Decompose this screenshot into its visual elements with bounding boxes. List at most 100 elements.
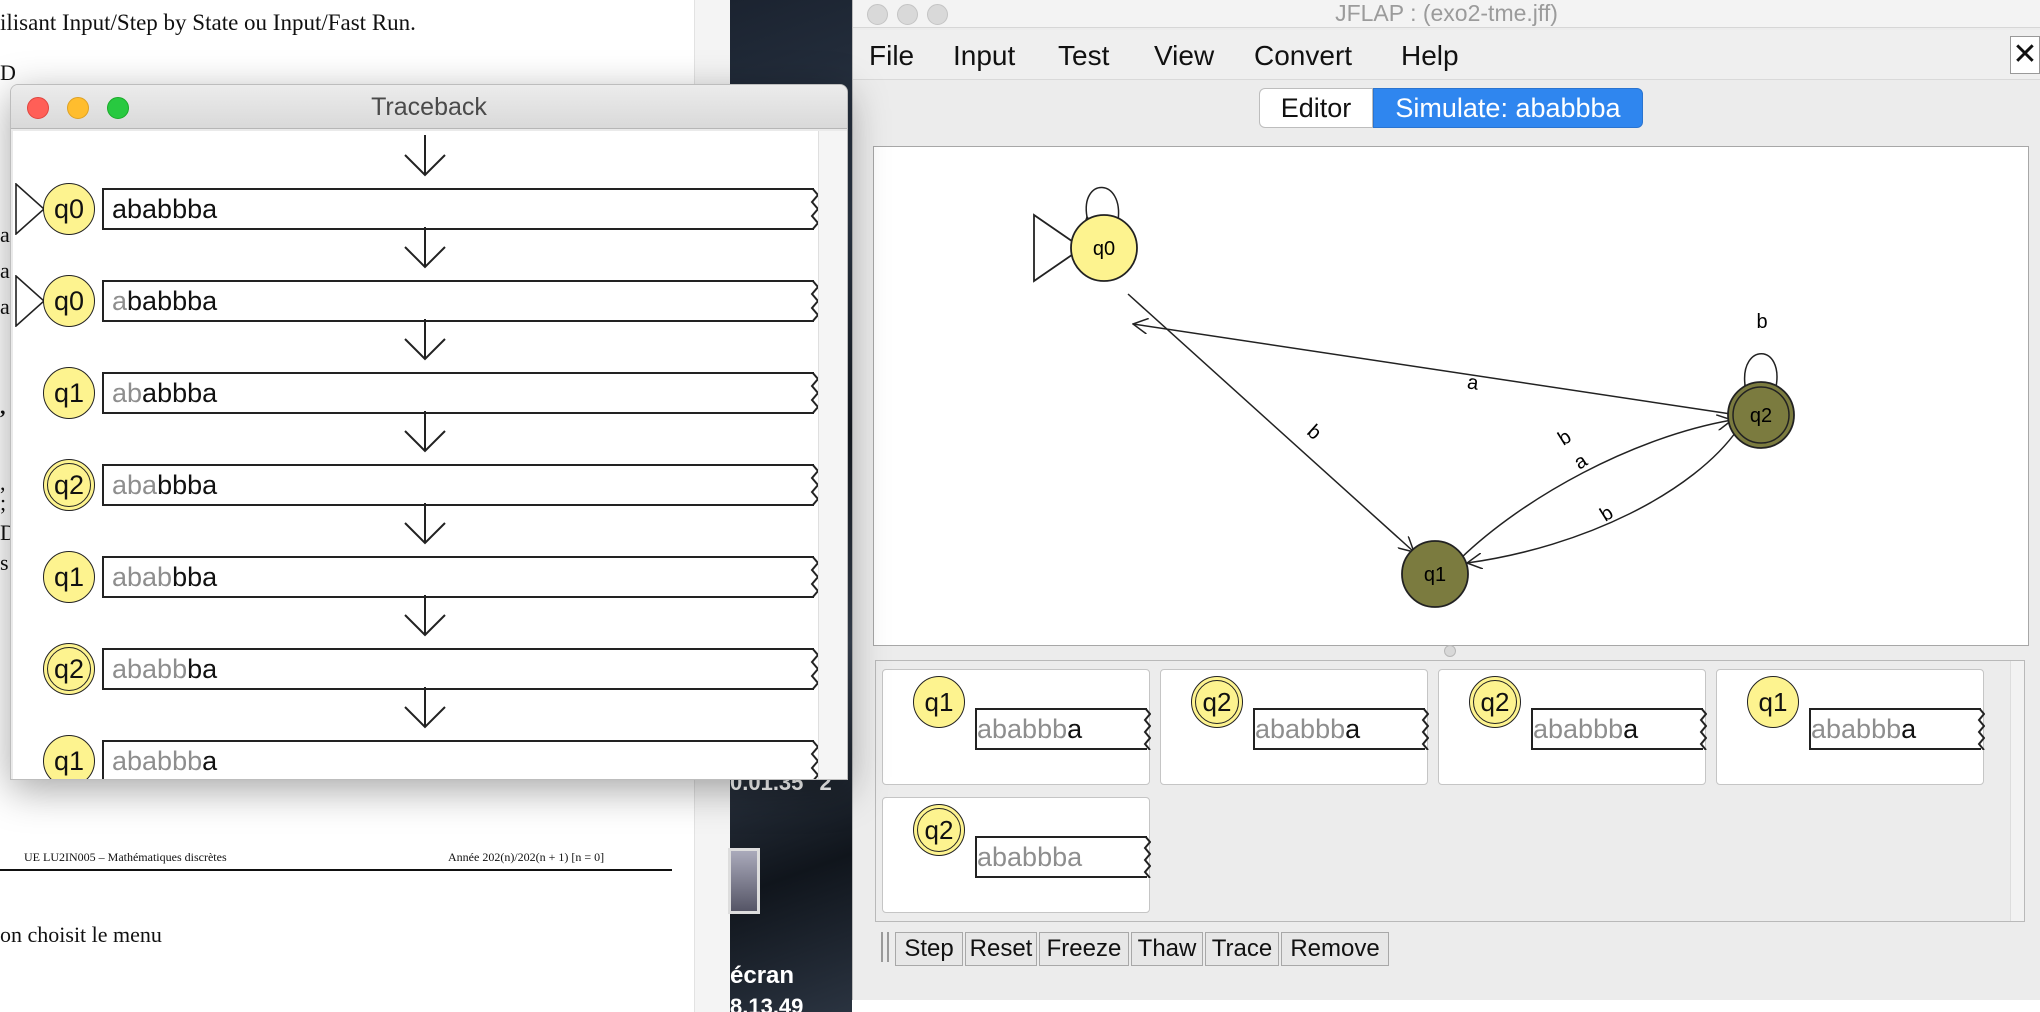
initial-state-icon	[15, 275, 45, 327]
document-fragment: a	[0, 222, 10, 247]
trace-state: q2	[43, 643, 95, 695]
tape-end-icon	[1977, 708, 1985, 750]
trace-tape: ababbba	[102, 648, 814, 690]
menu-file[interactable]: File	[869, 40, 914, 72]
transition-label: b	[1596, 502, 1617, 527]
tape-end-icon	[810, 188, 818, 230]
tape-consumed: a	[112, 286, 128, 316]
document-text-line: on choisit le menu	[0, 922, 162, 947]
tape-end-icon	[1421, 708, 1429, 750]
document-fragment: s	[0, 550, 9, 575]
tab-editor[interactable]: Editor	[1259, 88, 1373, 128]
desktop-file-name[interactable]: écran	[730, 962, 794, 990]
configuration-state: q2	[1469, 676, 1521, 728]
configuration-tape: ababbba	[975, 836, 1147, 878]
tape-end-icon	[1143, 708, 1151, 750]
document-footer-left: UE LU2IN005 – Mathématiques discrètes	[24, 850, 227, 864]
trace-tape: ababbba	[102, 188, 814, 230]
state-label: q2	[1750, 405, 1772, 427]
configuration-state: q1	[1747, 676, 1799, 728]
tape-end-icon	[810, 464, 818, 506]
configuration-card[interactable]: q2 ababbba	[1438, 669, 1707, 785]
desktop-file-thumbnail[interactable]	[728, 848, 760, 914]
split-pane-divider[interactable]	[1444, 645, 1456, 657]
traceback-window: Traceback q0 ababbba q0 ababbba q1 ababb…	[10, 84, 848, 780]
trace-state: q1	[43, 367, 95, 419]
configuration-tape: ababbba	[1809, 708, 1981, 750]
menu-test[interactable]: Test	[1058, 40, 1109, 72]
tape-remaining: ba	[187, 654, 218, 684]
document-fragment: D	[0, 60, 16, 85]
tape-remaining: bbba	[157, 470, 218, 500]
tape-end-icon	[1143, 836, 1151, 878]
state-label: q0	[1093, 238, 1115, 260]
state-q2[interactable]: q2	[1727, 381, 1795, 449]
freeze-button[interactable]: Freeze	[1039, 932, 1129, 966]
tape-remaining: abbba	[142, 378, 218, 408]
tape-remaining: ababbba	[112, 194, 218, 224]
menu-input[interactable]: Input	[953, 40, 1015, 72]
configurations-scrollbar[interactable]	[2010, 661, 2024, 921]
configuration-card[interactable]: q1 ababbba	[882, 669, 1151, 785]
configuration-state: q1	[913, 676, 965, 728]
traceback-titlebar[interactable]: Traceback	[11, 85, 847, 129]
toolbar-grip-icon[interactable]	[881, 932, 889, 962]
traceback-list: q0 ababbba q0 ababbba q1 ababbba q2 abab…	[13, 131, 818, 779]
trace-tape: ababbba	[102, 740, 814, 779]
menu-bar: File Input Test View Convert Help	[853, 30, 2040, 80]
trace-state: q1	[43, 735, 95, 779]
tape-consumed: ababbba	[977, 842, 1083, 872]
traceback-scrollbar[interactable]	[818, 131, 847, 779]
down-arrow-icon	[404, 319, 446, 361]
close-tab-icon[interactable]: ✕	[2010, 36, 2040, 74]
transition-q0-q1[interactable]	[1127, 293, 1414, 552]
trace-tape: ababbba	[102, 556, 814, 598]
window-title: Traceback	[371, 93, 487, 121]
configuration-state: q2	[1191, 676, 1243, 728]
tape-remaining: a	[1901, 714, 1917, 744]
tape-remaining: a	[202, 746, 218, 776]
state-q1[interactable]: q1	[1401, 540, 1469, 608]
tape-consumed: ababb	[112, 654, 188, 684]
jflap-titlebar[interactable]: JFLAP : (exo2-tme.jff)	[853, 0, 2040, 28]
tape-remaining: a	[1067, 714, 1083, 744]
menu-convert[interactable]: Convert	[1254, 40, 1352, 72]
trace-button[interactable]: Trace	[1205, 932, 1279, 966]
configuration-card[interactable]: q2 ababbba	[882, 797, 1151, 913]
tape-end-icon	[810, 648, 818, 690]
down-arrow-icon	[404, 227, 446, 269]
transition-q2-q0[interactable]	[1133, 324, 1732, 415]
tape-remaining: a	[1623, 714, 1639, 744]
remove-button[interactable]: Remove	[1281, 932, 1389, 966]
tape-consumed: ababbb	[977, 714, 1068, 744]
trace-state: q2	[43, 459, 95, 511]
configuration-tape: ababbba	[1253, 708, 1425, 750]
tape-end-icon	[810, 556, 818, 598]
jflap-window: JFLAP : (exo2-tme.jff) File Input Test V…	[852, 0, 2040, 1000]
configuration-card[interactable]: q1 ababbba	[1716, 669, 1985, 785]
tape-remaining: bba	[172, 562, 218, 592]
document-footer-rule	[0, 869, 672, 871]
window-title: JFLAP : (exo2-tme.jff)	[1335, 0, 1558, 26]
down-arrow-icon	[404, 595, 446, 637]
menu-view[interactable]: View	[1154, 40, 1214, 72]
tape-consumed: ababbb	[1811, 714, 1902, 744]
tape-end-icon	[1699, 708, 1707, 750]
transition-q2-q1[interactable]	[1467, 428, 1739, 563]
reset-button[interactable]: Reset	[965, 932, 1037, 966]
configuration-card[interactable]: q2 ababbba	[1160, 669, 1429, 785]
thaw-button[interactable]: Thaw	[1131, 932, 1203, 966]
down-arrow-icon	[404, 135, 446, 177]
automaton-canvas[interactable]: a b b a b a b q0 q1	[873, 146, 2029, 646]
tab-simulate[interactable]: Simulate: ababbba	[1373, 88, 1643, 128]
tape-end-icon	[810, 740, 818, 779]
step-button[interactable]: Step	[895, 932, 963, 966]
tape-end-icon	[810, 372, 818, 414]
menu-help[interactable]: Help	[1401, 40, 1459, 72]
tape-consumed: abab	[112, 562, 173, 592]
state-q0[interactable]: q0	[1070, 214, 1138, 282]
initial-state-icon	[15, 183, 45, 235]
state-label: q1	[1424, 564, 1446, 586]
document-fragment: ;	[0, 490, 7, 515]
transition-q1-q2[interactable]	[1459, 420, 1732, 560]
